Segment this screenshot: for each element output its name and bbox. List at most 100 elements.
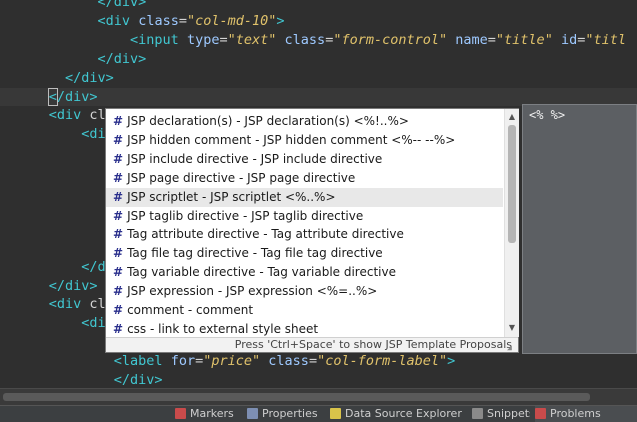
proposal-list-scrollbar[interactable]: ▲ ▼	[504, 109, 519, 337]
code-token: </div>	[97, 0, 147, 10]
code-token: for	[170, 353, 196, 370]
proposal-item[interactable]: # JSP expression - JSP expression <%=..%>	[106, 282, 503, 301]
code-line[interactable]: </div>	[0, 87, 637, 106]
code-token: cl	[81, 296, 106, 313]
code-token: class	[284, 31, 326, 48]
code-line[interactable]: </d	[0, 258, 106, 276]
properties-icon	[247, 408, 258, 419]
proposal-item[interactable]: # JSP taglib directive - JSP taglib direc…	[106, 207, 503, 226]
code-line[interactable]: <input type="text" class="form-control" …	[0, 31, 626, 49]
code-token: </div>	[65, 69, 114, 86]
proposal-scrollbar-thumb[interactable]	[508, 125, 516, 243]
proposal-label: JSP page directive - JSP page directive	[127, 170, 356, 185]
problems-icon	[535, 408, 546, 419]
code-token: "price"	[203, 353, 261, 370]
code-line[interactable]: <di	[0, 125, 106, 143]
data-source-icon	[330, 408, 341, 419]
code-token: </d	[81, 258, 106, 275]
proposal-label: Tag variable directive - Tag variable di…	[127, 265, 396, 280]
proposal-item[interactable]: # JSP page directive - JSP page directive	[106, 169, 503, 188]
code-line[interactable]: <label for="price" class="col-form-label…	[0, 352, 455, 370]
code-line[interactable]: <di	[0, 314, 105, 332]
proposal-item[interactable]: # Tag attribute directive - Tag attribute…	[106, 225, 503, 244]
scroll-up-icon[interactable]: ▲	[505, 111, 519, 123]
proposal-label: JSP scriptlet - JSP scriptlet <%..%>	[127, 189, 336, 204]
code-line[interactable]: </div>	[0, 371, 163, 388]
template-icon: #	[113, 227, 124, 242]
code-token: >	[276, 12, 285, 29]
proposal-label: JSP include directive - JSP include dire…	[127, 151, 383, 166]
code-token: <	[47, 87, 58, 106]
code-token: /div>	[56, 88, 98, 105]
code-line[interactable]: </div>	[0, 50, 147, 68]
proposal-item[interactable]: # Tag variable directive - Tag variable d…	[106, 263, 503, 282]
proposal-label: JSP expression - JSP expression <%=..%>	[127, 284, 378, 299]
code-token: cl	[81, 107, 106, 124]
view-tab-data-source-explorer[interactable]: Data Source Explorer	[330, 406, 466, 422]
code-token: class	[138, 12, 179, 29]
code-token: =	[178, 12, 187, 29]
proposal-item[interactable]: # JSP declaration(s) - JSP declaration(s)…	[106, 112, 503, 131]
code-line[interactable]: </div>	[0, 277, 98, 295]
template-icon: #	[113, 114, 124, 128]
bottom-view-tabs: Markers Properties Data Source Explorer Sni…	[0, 405, 637, 422]
template-icon: #	[113, 284, 124, 299]
editor-horizontal-scrollbar[interactable]	[0, 388, 637, 405]
proposal-item[interactable]: # JSP include directive - JSP include dir…	[106, 150, 503, 169]
snippets-icon	[472, 408, 483, 419]
view-tab-properties[interactable]: Properties	[247, 406, 325, 422]
proposal-list[interactable]: # JSP declaration(s) - JSP declaration(s)…	[106, 109, 503, 337]
code-token: id	[560, 31, 578, 48]
view-tab-markers[interactable]: Markers	[175, 406, 241, 422]
code-token: <div	[48, 296, 82, 313]
code-line[interactable]: <div cl	[0, 295, 106, 313]
proposal-item[interactable]: # JSP hidden comment - JSP hidden comment…	[106, 131, 503, 150]
code-token: type	[186, 31, 220, 48]
code-token: "form-control"	[333, 31, 448, 48]
proposal-label: css - link to external style sheet	[127, 321, 319, 336]
code-line[interactable]: <div class="col-md-10">	[0, 12, 285, 30]
view-tab-problems[interactable]: Problems	[535, 406, 637, 422]
code-token: name	[455, 31, 488, 48]
template-icon: #	[113, 132, 124, 147]
code-token: >	[447, 353, 456, 370]
code-token: =	[487, 31, 496, 48]
code-line[interactable]: </div>	[0, 0, 147, 11]
proposal-label: JSP taglib directive - JSP taglib direct…	[127, 208, 364, 223]
code-line[interactable]: </div>	[0, 69, 114, 87]
code-token: class	[268, 353, 309, 370]
code-line[interactable]: <div cl	[0, 106, 106, 124]
template-icon: #	[113, 151, 124, 166]
code-token: <input	[130, 31, 179, 48]
proposal-item[interactable]: # JSP scriptlet - JSP scriptlet <%..%>	[106, 187, 503, 207]
proposal-item[interactable]: # css - link to external style sheet	[106, 320, 503, 337]
proposal-label: Tag attribute directive - Tag attribute …	[127, 227, 404, 242]
proposal-item[interactable]: # comment - comment	[106, 301, 503, 320]
scroll-down-icon[interactable]: ▼	[505, 322, 519, 334]
code-token: "col-md-10"	[186, 12, 277, 29]
code-token: <label	[113, 353, 163, 370]
code-token: <di	[81, 126, 106, 143]
view-tab-snippets[interactable]: Snippets	[472, 406, 530, 422]
proposal-item[interactable]: # Tag file tag directive - Tag file tag d…	[106, 244, 503, 263]
proposal-label: Tag file tag directive - Tag file tag di…	[127, 246, 383, 261]
code-token: <div	[97, 12, 131, 29]
horizontal-scrollbar-thumb[interactable]	[3, 393, 590, 401]
template-icon: #	[113, 246, 124, 261]
resize-grip-icon[interactable]: ◢	[507, 343, 517, 352]
view-tab-label: Data Source Explorer	[345, 407, 462, 420]
template-icon: #	[113, 265, 124, 280]
code-token: <div	[48, 107, 82, 124]
template-icon: #	[113, 321, 124, 336]
code-token: "col-form-label"	[317, 353, 448, 370]
